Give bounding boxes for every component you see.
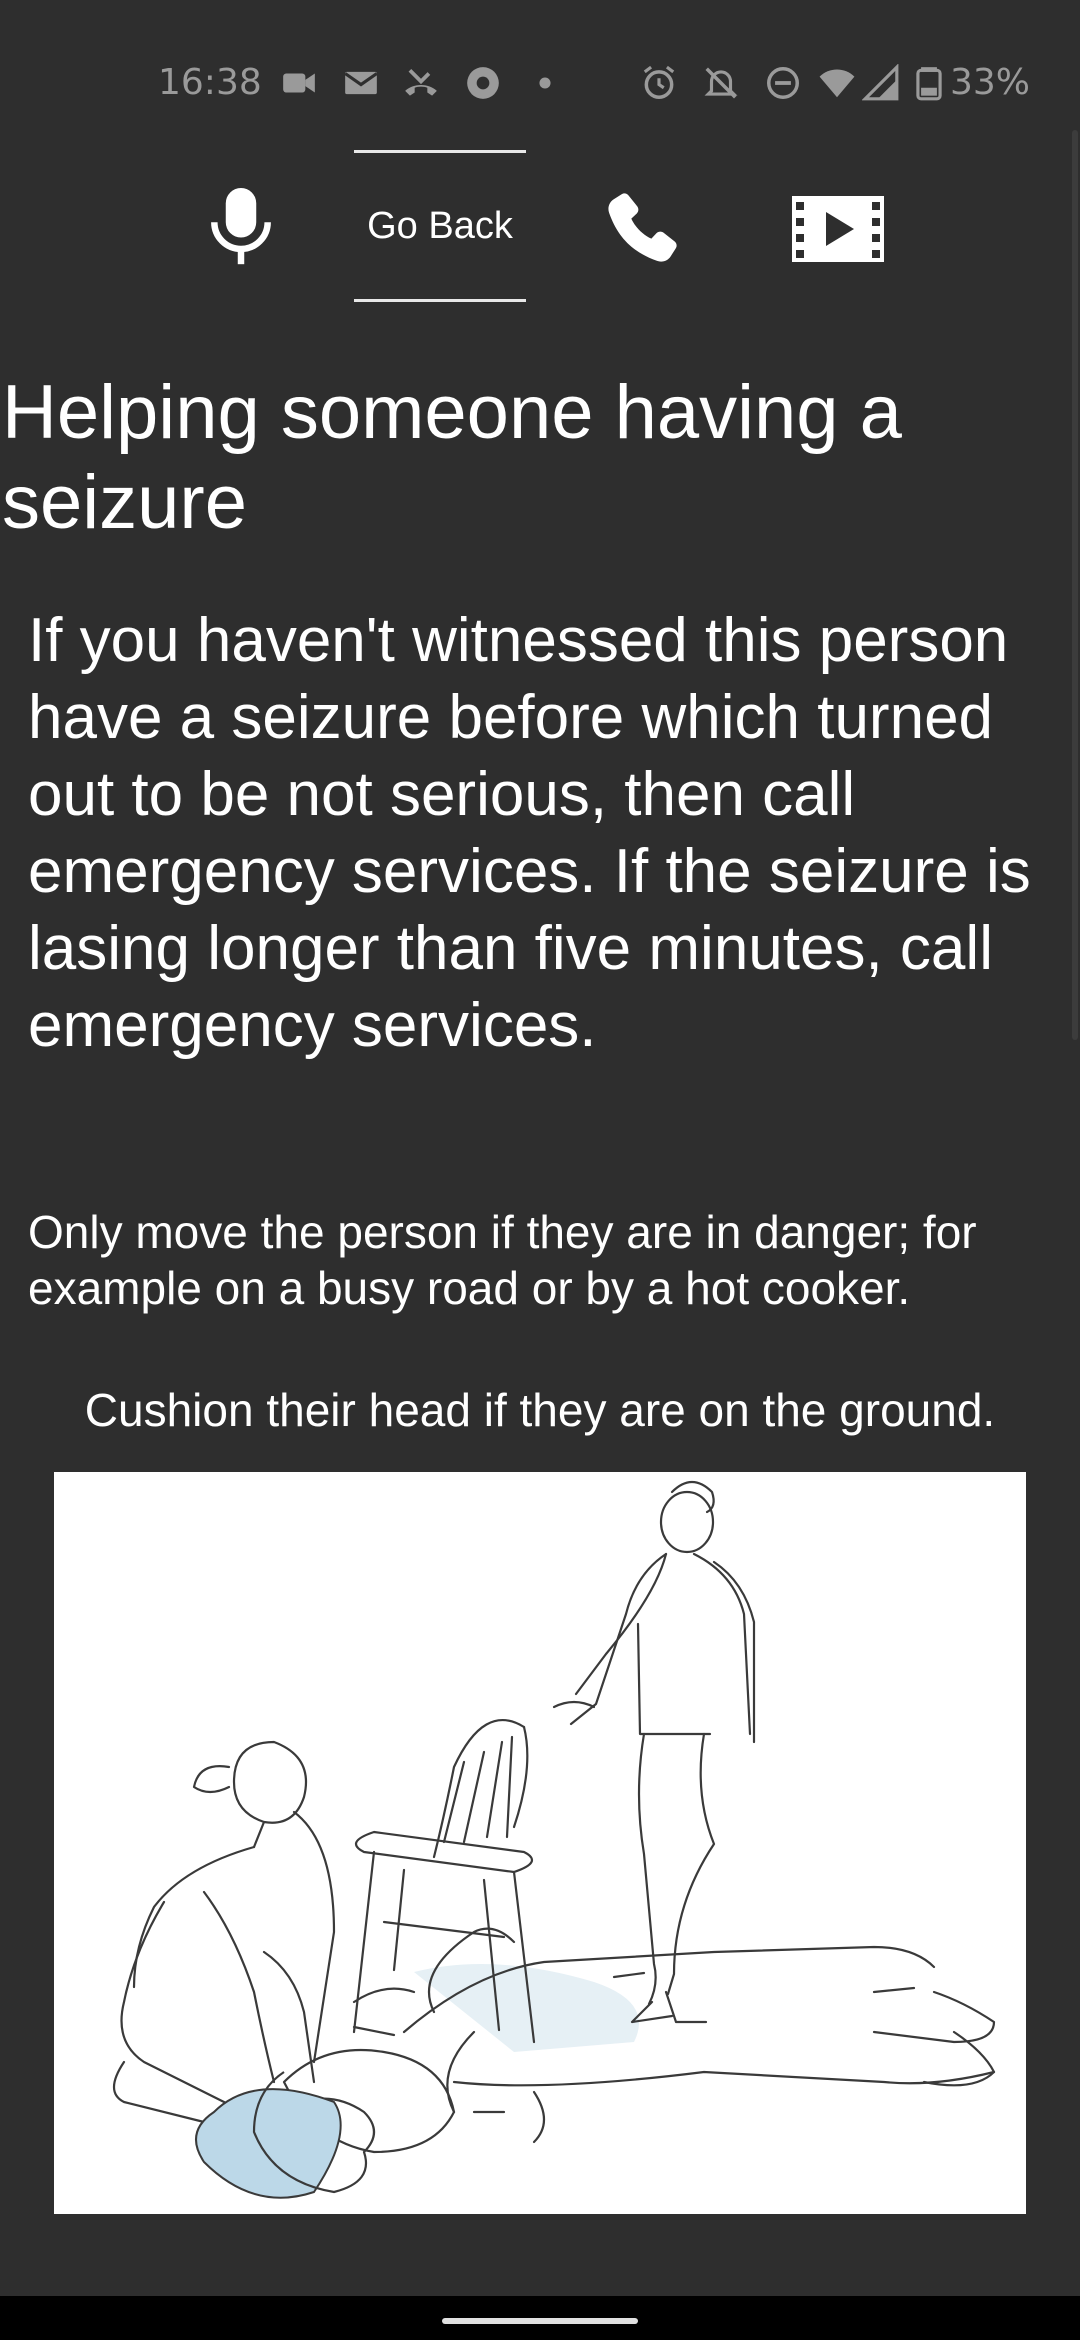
illustration-drawing — [112, 1480, 996, 2199]
cell-signal-icon — [862, 64, 899, 101]
seizure-first-aid-illustration — [54, 1472, 1026, 2214]
bell-off-icon — [704, 67, 738, 99]
battery-percentage: 33% — [950, 62, 1031, 103]
missed-call-icon — [405, 68, 437, 96]
cushion-instruction: Cushion their head if they are on the gr… — [84, 1384, 996, 1436]
go-back-button[interactable]: Go Back — [354, 150, 526, 302]
media-play-icon — [467, 67, 499, 99]
home-gesture-handle[interactable] — [442, 2318, 638, 2324]
battery-icon — [916, 67, 942, 101]
phone-button[interactable] — [598, 186, 684, 272]
page-title: Helping someone having a seizure — [2, 370, 902, 545]
status-bar: 16:38 33% — [0, 0, 1080, 120]
navigation-bar — [0, 2296, 1080, 2340]
move-instruction: Only move the person if they are in dang… — [28, 1206, 977, 1314]
mail-icon — [344, 71, 378, 95]
video-icon — [792, 196, 884, 262]
intro-paragraph: If you haven't witnessed this person hav… — [28, 606, 1031, 1060]
microphone-button[interactable] — [206, 188, 276, 268]
wifi-icon — [819, 69, 855, 98]
microphone-icon — [211, 188, 271, 265]
toolbar: Go Back — [0, 150, 1080, 302]
status-time: 16:38 — [158, 62, 262, 103]
do-not-disturb-icon — [767, 67, 799, 99]
alarm-icon — [643, 65, 675, 99]
dot-icon — [539, 77, 551, 89]
phone-icon — [608, 193, 677, 262]
scrollbar[interactable] — [1072, 130, 1078, 1040]
video-camera-icon — [283, 73, 315, 93]
video-button[interactable] — [792, 196, 884, 262]
